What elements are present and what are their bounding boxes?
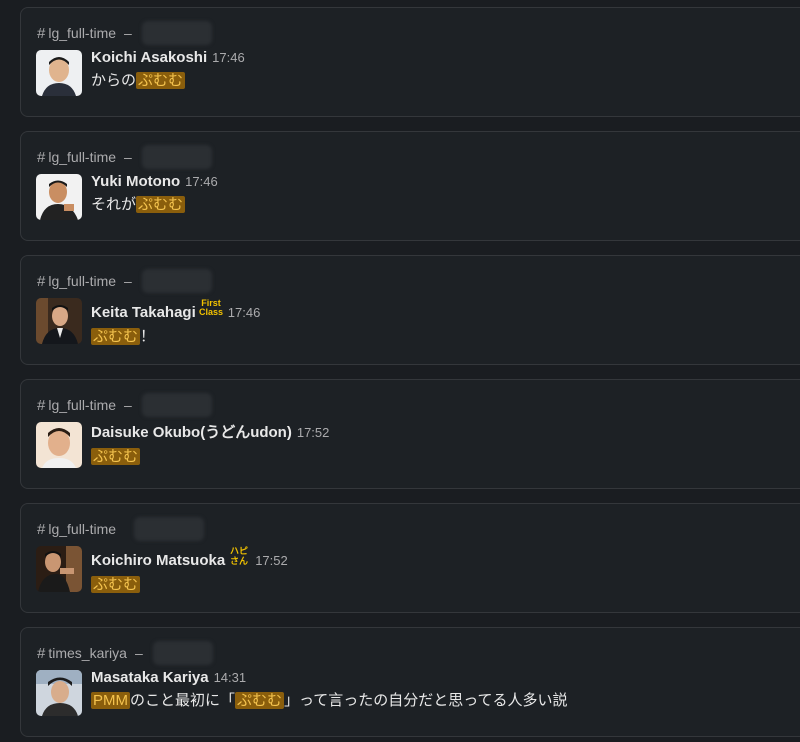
- channel-name[interactable]: lg_full-time: [48, 521, 116, 537]
- hash-icon: #: [37, 520, 46, 538]
- search-result-card[interactable]: # lg_full-time – Yuki Motono 17:46 それが ぷむ…: [20, 131, 800, 241]
- message-text: ぷむむ: [91, 573, 288, 594]
- channel-name[interactable]: times_kariya: [48, 645, 127, 661]
- channel-line[interactable]: # lg_full-time: [37, 517, 205, 541]
- channel-name[interactable]: lg_full-time: [48, 397, 116, 413]
- hash-icon: #: [37, 396, 46, 414]
- timestamp[interactable]: 17:46: [185, 174, 218, 189]
- channel-line[interactable]: # lg_full-time –: [37, 145, 212, 169]
- message-text: PMM のこと最初に「 ぷむむ 」って言ったの自分だと思ってる人多い説: [91, 692, 568, 709]
- redacted-date: [141, 269, 212, 293]
- search-highlight: ぷむむ: [91, 448, 141, 465]
- search-highlight: ぷむむ: [91, 576, 141, 593]
- search-result-card[interactable]: # lg_full-time – Koichi Asakoshi 17:46 か…: [20, 7, 800, 117]
- svg-text:さん: さん: [230, 556, 248, 565]
- hash-icon: #: [37, 272, 46, 290]
- redacted-date: [141, 21, 212, 45]
- message-text: からの ぷむむ: [91, 72, 186, 89]
- channel-line[interactable]: # lg_full-time –: [37, 269, 212, 293]
- redacted-date: [152, 641, 213, 665]
- timestamp[interactable]: 17:52: [255, 553, 288, 568]
- timestamp[interactable]: 17:46: [228, 305, 261, 320]
- search-result-card[interactable]: # lg_full-time – Daisuke Okubo(うどんudon) …: [20, 379, 800, 489]
- search-highlight: ぷむむ: [136, 196, 186, 213]
- channel-line[interactable]: # lg_full-time –: [37, 393, 212, 417]
- hash-icon: #: [37, 24, 46, 42]
- avatar[interactable]: [36, 298, 82, 344]
- search-result-card[interactable]: # lg_full-time Koichiro Matsuoka ハピ さん 1…: [20, 503, 800, 613]
- message-text: ぷむむ！: [91, 328, 156, 345]
- author-name[interactable]: Daisuke Okubo(うどんudon): [91, 421, 292, 442]
- redacted-date: [141, 145, 212, 169]
- first-class-badge: First Class: [199, 297, 223, 322]
- avatar[interactable]: [36, 174, 82, 220]
- author-name[interactable]: Masataka Kariya: [91, 669, 209, 686]
- happy-badge: ハピ さん: [228, 545, 250, 570]
- search-highlight: ぷむむ: [91, 328, 141, 345]
- avatar[interactable]: [36, 50, 82, 96]
- search-highlight: ぷむむ: [235, 692, 285, 709]
- timestamp[interactable]: 17:46: [212, 50, 245, 65]
- search-highlight: PMM: [91, 692, 130, 709]
- author-name[interactable]: Keita Takahagi: [91, 304, 196, 321]
- message-text: それが ぷむむ: [91, 196, 186, 213]
- search-result-card[interactable]: # times_kariya – Masataka Kariya 14:31 P…: [20, 627, 800, 737]
- message-text: ぷむむ: [91, 445, 329, 466]
- search-highlight: ぷむむ: [136, 72, 186, 89]
- hash-icon: #: [37, 148, 46, 166]
- channel-name[interactable]: lg_full-time: [48, 273, 116, 289]
- svg-text:ハピ: ハピ: [230, 545, 248, 557]
- avatar[interactable]: [36, 670, 82, 716]
- search-result-card[interactable]: # lg_full-time – Keita Takahagi First Cl…: [20, 255, 800, 365]
- channel-name[interactable]: lg_full-time: [48, 149, 116, 165]
- svg-text:Class: Class: [199, 307, 223, 317]
- author-name[interactable]: Koichiro Matsuoka: [91, 552, 225, 569]
- author-name[interactable]: Koichi Asakoshi: [91, 49, 207, 66]
- redacted-date: [141, 393, 212, 417]
- redacted-date: [134, 517, 205, 541]
- avatar[interactable]: [36, 422, 82, 468]
- channel-name[interactable]: lg_full-time: [48, 25, 116, 41]
- channel-line[interactable]: # times_kariya –: [37, 641, 213, 665]
- hash-icon: #: [37, 644, 46, 662]
- avatar[interactable]: [36, 546, 82, 592]
- author-name[interactable]: Yuki Motono: [91, 173, 180, 190]
- timestamp[interactable]: 17:52: [297, 425, 330, 440]
- channel-line[interactable]: # lg_full-time –: [37, 21, 212, 45]
- timestamp[interactable]: 14:31: [214, 670, 247, 685]
